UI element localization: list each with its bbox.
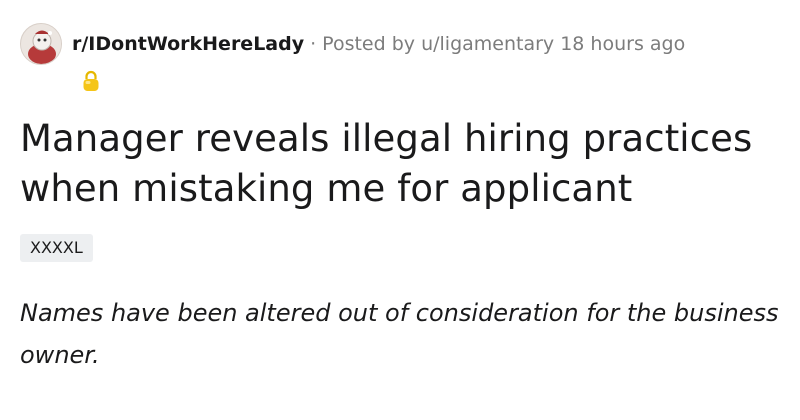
subreddit-avatar-image [21, 24, 61, 64]
subreddit-avatar[interactable] [20, 23, 62, 65]
meta-separator: · [310, 33, 317, 55]
post-title[interactable]: Manager reveals illegal hiring practices… [20, 114, 780, 214]
subreddit-link[interactable]: r/IDontWorkHereLady [72, 33, 304, 55]
post-body: Names have been altered out of considera… [20, 299, 779, 369]
post-meta: r/IDontWorkHereLady · Posted by u/ligame… [20, 18, 780, 70]
author-link[interactable]: u/ligamentary [421, 33, 554, 55]
gold-lock-award-icon[interactable] [82, 70, 100, 92]
flair-row: XXXXL [20, 234, 780, 268]
posted-by-prefix: Posted by [322, 33, 416, 55]
post-timestamp[interactable]: 18 hours ago [560, 33, 685, 55]
post-flair[interactable]: XXXXL [20, 234, 93, 262]
awards-row [20, 64, 780, 98]
posted-by: Posted by u/ligamentary 18 hours ago [322, 33, 685, 55]
reddit-post: r/IDontWorkHereLady · Posted by u/ligame… [0, 0, 800, 420]
